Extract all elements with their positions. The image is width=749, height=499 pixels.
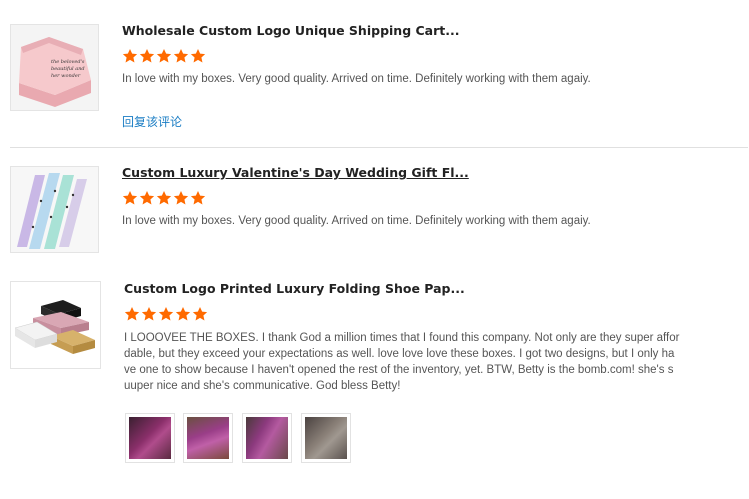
purple-box-photo-2 bbox=[187, 417, 229, 459]
star-icon bbox=[173, 191, 189, 205]
star-rating bbox=[122, 190, 206, 206]
purple-box-photo-1 bbox=[129, 417, 171, 459]
product-title[interactable]: Wholesale Custom Logo Unique Shipping Ca… bbox=[122, 23, 460, 38]
grey-box-photo-4 bbox=[305, 417, 347, 459]
star-icon bbox=[139, 191, 155, 205]
purple-box-photo-3 bbox=[246, 417, 288, 459]
svg-text:beautiful and: beautiful and bbox=[51, 66, 85, 72]
reply-to-review-link[interactable]: 回复该评论 bbox=[122, 113, 182, 130]
divider bbox=[10, 147, 748, 148]
review-photo[interactable] bbox=[242, 413, 292, 463]
svg-text:her wonder: her wonder bbox=[51, 73, 81, 79]
star-icon bbox=[158, 307, 174, 321]
review-text-line: uuper nice and she's communicative. God … bbox=[124, 380, 401, 392]
review-text-line: dable, but they exceed your expectations… bbox=[124, 348, 675, 360]
review-text: In love with my boxes. Very good quality… bbox=[122, 215, 591, 227]
review-photo[interactable] bbox=[183, 413, 233, 463]
star-icon bbox=[124, 307, 140, 321]
review-photo[interactable] bbox=[301, 413, 351, 463]
review-text: In love with my boxes. Very good quality… bbox=[122, 73, 591, 85]
star-icon bbox=[156, 191, 172, 205]
star-icon bbox=[122, 191, 138, 205]
review-text-line: ve one to show because I haven't opened … bbox=[124, 364, 674, 376]
product-thumbnail[interactable] bbox=[10, 166, 99, 253]
gift-wrapping-paper-image bbox=[11, 167, 98, 252]
star-icon bbox=[175, 307, 191, 321]
product-thumbnail[interactable] bbox=[10, 281, 101, 369]
star-icon bbox=[192, 307, 208, 321]
star-icon bbox=[190, 49, 206, 63]
review-photo[interactable] bbox=[125, 413, 175, 463]
folding-shoe-boxes-image bbox=[11, 282, 100, 368]
star-rating bbox=[124, 306, 208, 322]
star-icon bbox=[156, 49, 172, 63]
star-icon bbox=[173, 49, 189, 63]
star-icon bbox=[122, 49, 138, 63]
star-icon bbox=[141, 307, 157, 321]
product-thumbnail[interactable]: the beloved's beautiful and her wonder bbox=[10, 24, 99, 111]
star-icon bbox=[139, 49, 155, 63]
product-title[interactable]: Custom Logo Printed Luxury Folding Shoe … bbox=[124, 281, 465, 296]
svg-text:the beloved's: the beloved's bbox=[51, 59, 85, 65]
review-text: I LOOOVEE THE BOXES. I thank God a milli… bbox=[124, 330, 724, 394]
pink-shipping-box-image: the beloved's beautiful and her wonder bbox=[11, 25, 98, 110]
product-title[interactable]: Custom Luxury Valentine's Day Wedding Gi… bbox=[122, 165, 469, 180]
star-rating bbox=[122, 48, 206, 64]
review-text-line: I LOOOVEE THE BOXES. I thank God a milli… bbox=[124, 332, 680, 344]
star-icon bbox=[190, 191, 206, 205]
